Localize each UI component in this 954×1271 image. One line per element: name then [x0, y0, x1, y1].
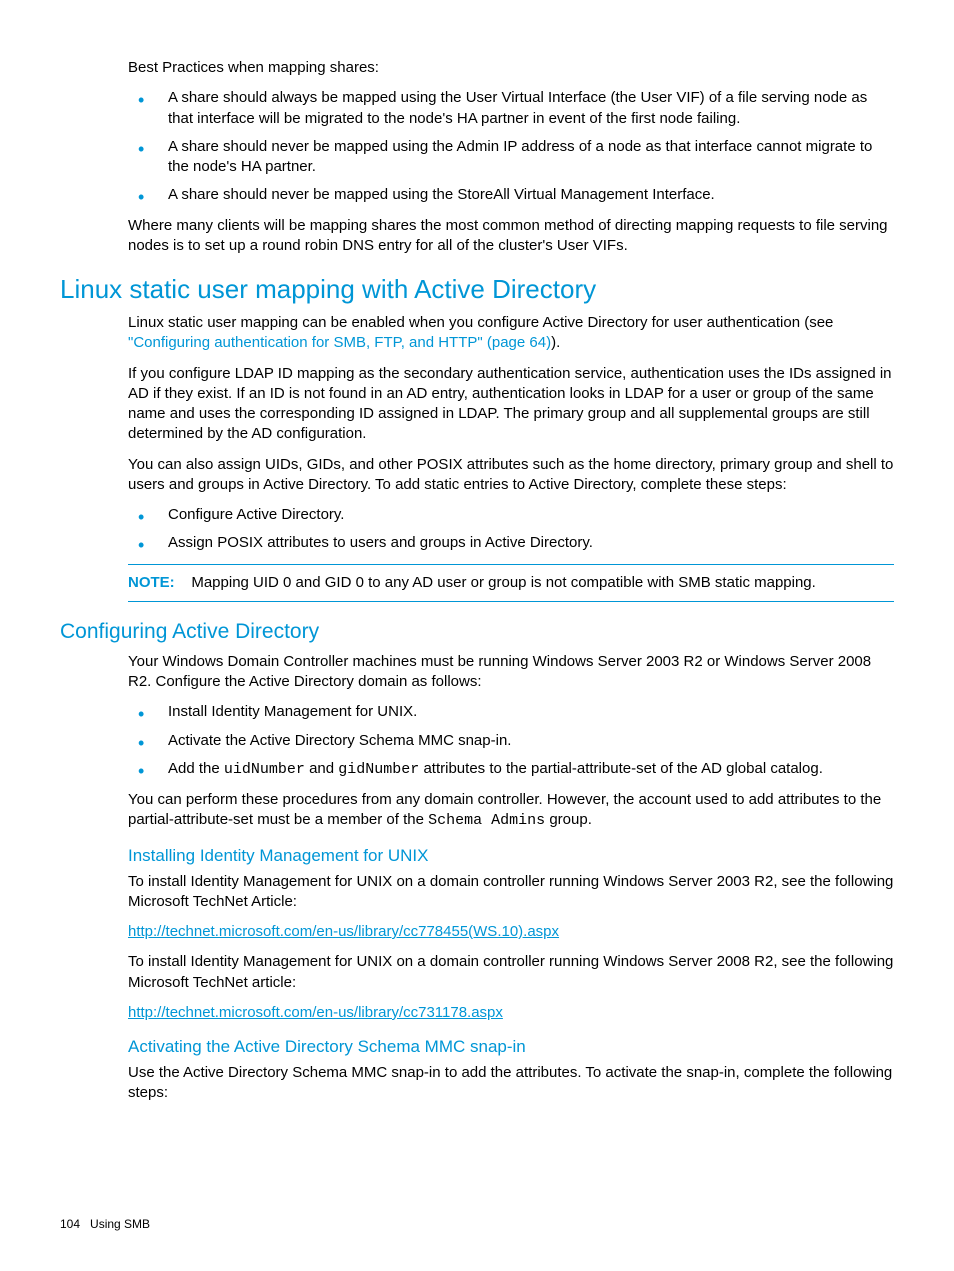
list-item: A share should always be mapped using th…: [128, 88, 894, 129]
section1-steps-list: Configure Active Directory. Assign POSIX…: [128, 505, 894, 554]
section1-body: Linux static user mapping can be enabled…: [128, 313, 894, 602]
intro-closing: Where many clients will be mapping share…: [128, 216, 894, 257]
note-content: NOTE: Mapping UID 0 and GID 0 to any AD …: [128, 573, 894, 593]
list-item: A share should never be mapped using the…: [128, 137, 894, 178]
section2-list: Install Identity Management for UNIX. Ac…: [128, 702, 894, 780]
section2-p1: Your Windows Domain Controller machines …: [128, 652, 894, 693]
note-label: NOTE:: [128, 574, 175, 591]
page-footer: 104 Using SMB: [60, 1217, 150, 1231]
best-practices-heading: Best Practices when mapping shares:: [128, 58, 894, 78]
note-box: NOTE: Mapping UID 0 and GID 0 to any AD …: [128, 564, 894, 602]
section1-p2: If you configure LDAP ID mapping as the …: [128, 364, 894, 445]
section2-p2: You can perform these procedures from an…: [128, 790, 894, 832]
text: group.: [545, 811, 592, 828]
link-technet-2003[interactable]: http://technet.microsoft.com/en-us/libra…: [128, 923, 559, 940]
list-item: Add the uidNumber and gidNumber attribut…: [128, 759, 894, 780]
subheading-install-idm: Installing Identity Management for UNIX: [128, 846, 894, 866]
subheading-activate-schema: Activating the Active Directory Schema M…: [128, 1037, 894, 1057]
text: attributes to the partial-attribute-set …: [419, 760, 823, 777]
text: ).: [551, 334, 560, 351]
sub1-p2: To install Identity Management for UNIX …: [128, 952, 894, 993]
section-heading-config-ad: Configuring Active Directory: [60, 620, 894, 644]
link-config-auth[interactable]: "Configuring authentication for SMB, FTP…: [128, 334, 551, 351]
section1-p1: Linux static user mapping can be enabled…: [128, 313, 894, 354]
list-item: Activate the Active Directory Schema MMC…: [128, 731, 894, 751]
text: Linux static user mapping can be enabled…: [128, 314, 833, 331]
code-gidnumber: gidNumber: [338, 761, 419, 778]
intro-section: Best Practices when mapping shares: A sh…: [128, 58, 894, 256]
sub1-link2-wrapper: http://technet.microsoft.com/en-us/libra…: [128, 1003, 894, 1023]
section2-body: Your Windows Domain Controller machines …: [128, 652, 894, 1104]
sub1-link1-wrapper: http://technet.microsoft.com/en-us/libra…: [128, 922, 894, 942]
list-item: A share should never be mapped using the…: [128, 185, 894, 205]
footer-section-label: Using SMB: [90, 1217, 150, 1231]
code-schema-admins: Schema Admins: [428, 812, 545, 829]
section-heading-linux-mapping: Linux static user mapping with Active Di…: [60, 274, 894, 305]
best-practices-list: A share should always be mapped using th…: [128, 88, 894, 205]
note-text: Mapping UID 0 and GID 0 to any AD user o…: [191, 574, 815, 591]
page-number: 104: [60, 1217, 80, 1231]
text: Add the: [168, 760, 224, 777]
list-item: Install Identity Management for UNIX.: [128, 702, 894, 722]
text: and: [305, 760, 338, 777]
code-uidnumber: uidNumber: [224, 761, 305, 778]
sub2-p1: Use the Active Directory Schema MMC snap…: [128, 1063, 894, 1104]
link-technet-2008[interactable]: http://technet.microsoft.com/en-us/libra…: [128, 1004, 503, 1021]
list-item: Assign POSIX attributes to users and gro…: [128, 533, 894, 553]
section1-p3: You can also assign UIDs, GIDs, and othe…: [128, 455, 894, 496]
list-item: Configure Active Directory.: [128, 505, 894, 525]
sub1-p1: To install Identity Management for UNIX …: [128, 872, 894, 913]
